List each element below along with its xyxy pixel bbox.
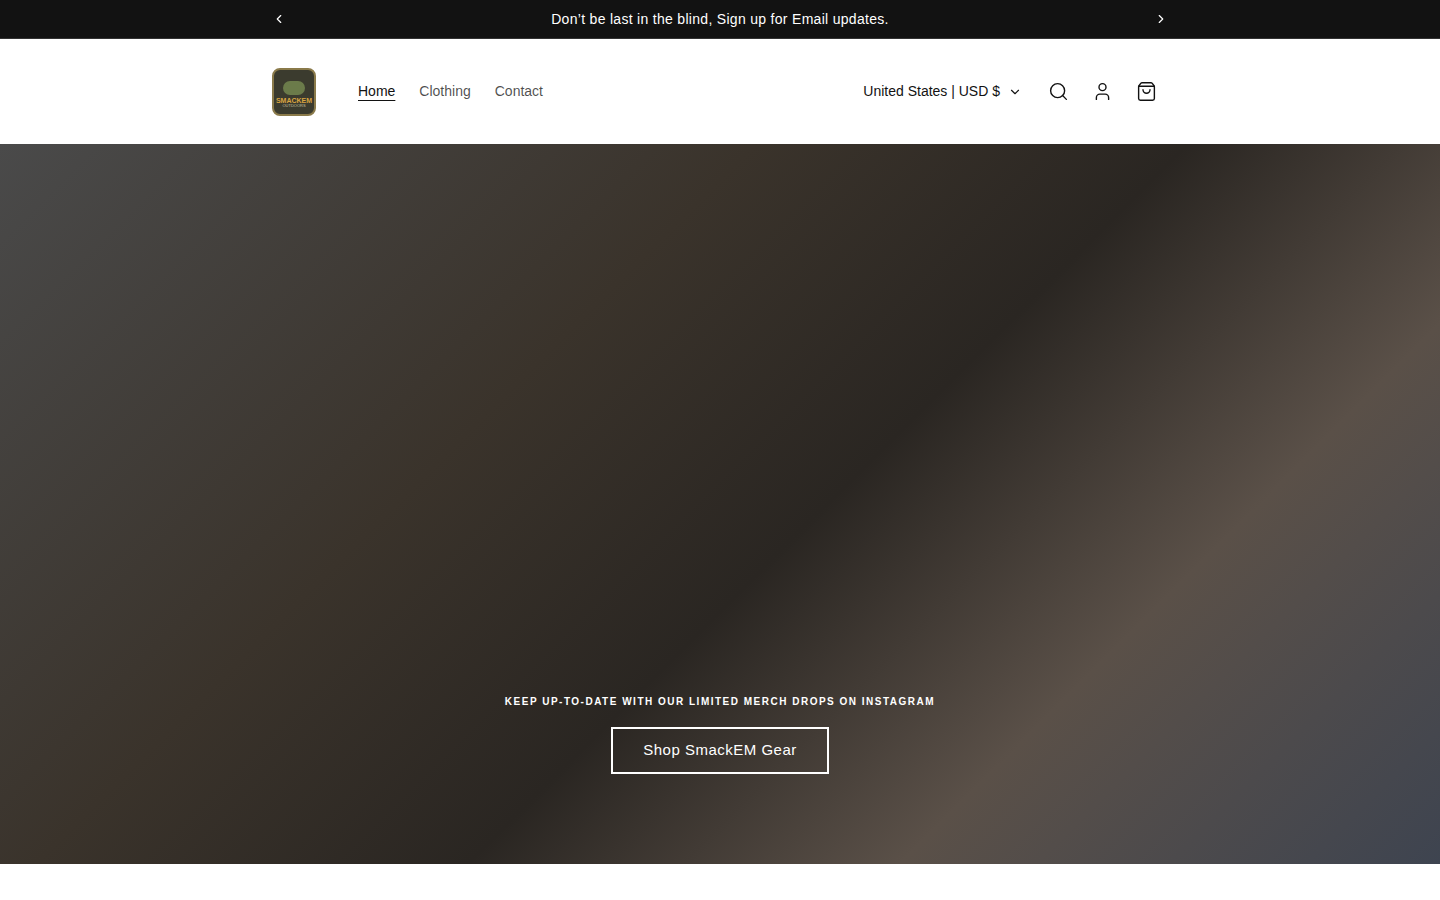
cart-button[interactable] bbox=[1124, 70, 1168, 114]
announcement-text[interactable]: Don’t be last in the blind, Sign up for … bbox=[551, 9, 889, 30]
previous-announcement-button[interactable] bbox=[272, 12, 286, 26]
hero-banner: KEEP UP-TO-DATE WITH OUR LIMITED MERCH D… bbox=[0, 144, 1440, 864]
page: Don’t be last in the blind, Sign up for … bbox=[0, 0, 1440, 900]
nav-link[interactable]: Home bbox=[358, 81, 395, 102]
cart-icon bbox=[1136, 81, 1157, 102]
nav-link[interactable]: Clothing bbox=[419, 81, 470, 102]
announcement-bar: Don’t be last in the blind, Sign up for … bbox=[0, 0, 1440, 39]
nav-link[interactable]: Contact bbox=[495, 81, 543, 102]
logo-sub: OUTDOORS bbox=[282, 104, 305, 108]
account-icon bbox=[1092, 81, 1113, 102]
header: SMACKEMOUTDOORS Home Clothing Contact United… bbox=[0, 39, 1440, 144]
account-button[interactable] bbox=[1080, 70, 1124, 114]
shop-button[interactable]: Shop SmackEM Gear bbox=[611, 727, 829, 774]
locale-selector[interactable]: United States | USD $ bbox=[863, 81, 1022, 102]
search-button[interactable] bbox=[1036, 70, 1080, 114]
chevron-left-icon bbox=[272, 12, 286, 26]
logo-name: SMACKEM bbox=[276, 97, 312, 104]
search-icon bbox=[1048, 81, 1069, 102]
logo[interactable]: SMACKEMOUTDOORS bbox=[272, 68, 316, 116]
next-announcement-button[interactable] bbox=[1154, 12, 1168, 26]
chevron-down-icon bbox=[1008, 85, 1022, 99]
hero-caption: KEEP UP-TO-DATE WITH OUR LIMITED MERCH D… bbox=[505, 694, 935, 709]
chevron-right-icon bbox=[1154, 12, 1168, 26]
main-nav: Home Clothing Contact bbox=[358, 81, 543, 102]
